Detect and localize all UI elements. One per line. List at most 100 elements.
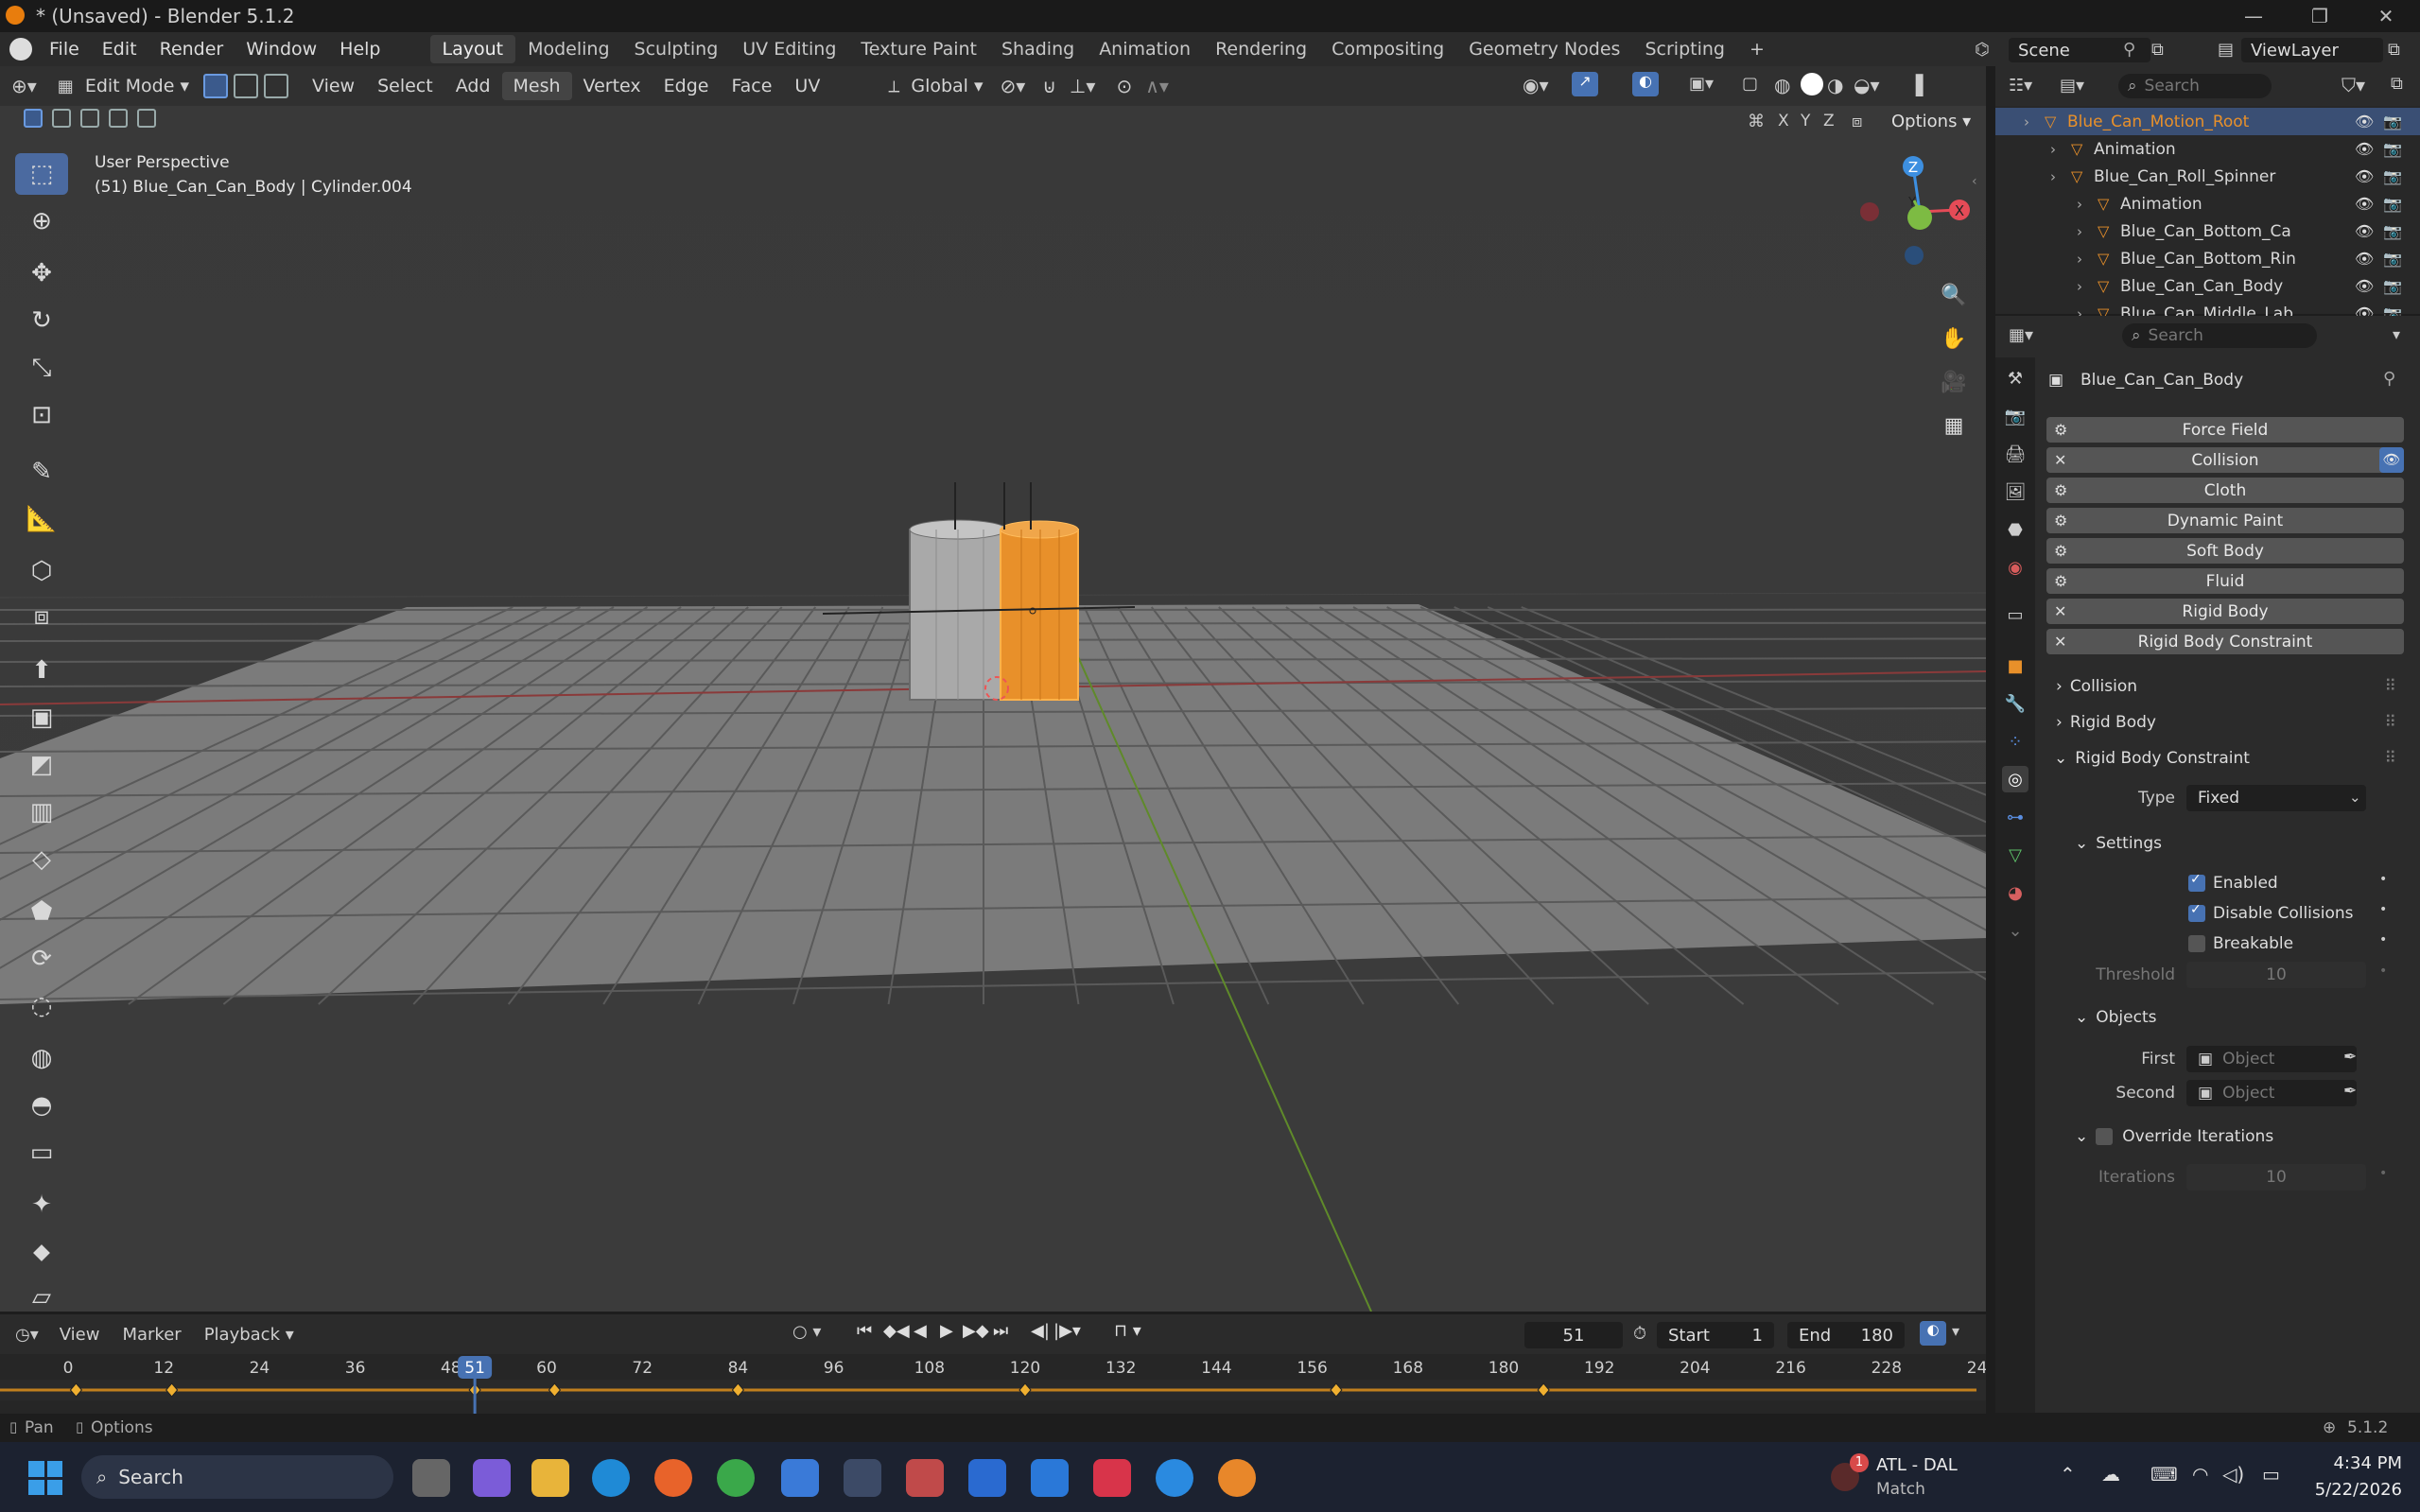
menu-select[interactable]: Select [366, 72, 444, 100]
tab-layout[interactable]: Layout [429, 35, 516, 63]
objects-subpanel-header[interactable]: ⌄ Objects [2046, 1002, 2404, 1033]
jump-end-icon[interactable]: ⏭ [993, 1321, 1008, 1341]
particles-tab-icon[interactable]: ⁘ [2002, 728, 2028, 755]
menu-file[interactable]: File [38, 39, 91, 60]
xray-icon[interactable]: ▢ [1742, 74, 1758, 94]
physics-button[interactable]: ⚙ Soft Body [2046, 538, 2404, 564]
battery-icon[interactable]: ▭ [2262, 1463, 2280, 1486]
clock-time[interactable]: 4:34 PM [2311, 1453, 2402, 1473]
outliner-row[interactable]: › ▽ Blue_Can_Bottom_Ca 👁 📷 [1995, 217, 2420, 245]
mesh-overlay-icon[interactable]: ▣▾ [1689, 74, 1714, 94]
vertex-select-icon[interactable] [203, 74, 228, 98]
pivot-icon[interactable]: ⊘▾ [1001, 75, 1026, 97]
select-intersect-icon[interactable] [137, 109, 156, 128]
editor-type-icon[interactable]: ⊕▾ [11, 75, 37, 97]
keying-icon[interactable]: ⊓ ▾ [1114, 1321, 1141, 1341]
clock-icon[interactable]: ⏱ [1633, 1324, 1646, 1344]
second-object-field[interactable]: ▣ Object [2186, 1080, 2357, 1106]
move-tool[interactable]: ✥ [15, 252, 68, 294]
add-cube-box-tool[interactable]: ⧈ [15, 596, 68, 637]
task-view-icon[interactable] [412, 1459, 450, 1497]
clock-date[interactable]: 5/22/2026 [2302, 1480, 2402, 1500]
next-keyframe-icon[interactable]: ▶◆ [963, 1321, 989, 1341]
menu-edit[interactable]: Edit [91, 39, 148, 60]
timeline-ruler[interactable]: 0 12 24 36 48 60 72 84 96 108 120 132 144 156 168 180 19… [0, 1354, 1986, 1414]
visibility-eye-icon[interactable]: 👁 [2355, 250, 2374, 268]
physics-type-icon[interactable]: ⚙ [2054, 542, 2067, 560]
visibility-icon[interactable]: ◉▾ [1523, 74, 1549, 96]
props-options-icon[interactable]: ▾ [2393, 325, 2400, 343]
visibility-eye-icon[interactable]: 👁 [2355, 167, 2374, 185]
render-tab-icon[interactable]: 📷 [2002, 403, 2028, 429]
render-camera-icon[interactable]: 📷 [2383, 195, 2402, 213]
onedrive-icon[interactable]: ☁ [2101, 1463, 2120, 1486]
outliner-row[interactable]: › ▽ Animation 👁 📷 [1995, 135, 2420, 163]
blender-taskbar-icon[interactable] [1218, 1459, 1256, 1497]
menu-face[interactable]: Face [720, 72, 783, 100]
collision-panel-header[interactable]: › Collision ⠿ [2046, 671, 2404, 702]
perspective-toggle-icon[interactable]: ▦ [1937, 408, 1971, 443]
next-marker-icon[interactable]: |▶▾ [1053, 1321, 1081, 1341]
select-box-tool[interactable]: ⬚ [15, 153, 68, 195]
first-eyedropper-icon[interactable]: ✒ [2343, 1048, 2357, 1067]
options-dropdown[interactable]: Options ▾ [1891, 112, 1971, 131]
scene-tab-icon[interactable]: ⬣ [2002, 516, 2028, 543]
edge-select-icon[interactable] [234, 74, 258, 98]
collision-visibility-eye-icon[interactable]: 👁 [2379, 447, 2404, 473]
menu-edge[interactable]: Edge [653, 72, 721, 100]
shear-tool[interactable]: ▭ [15, 1132, 68, 1173]
new-scene-icon[interactable]: ⧉ [2151, 40, 2164, 60]
expand-chevron-icon[interactable]: › [2050, 168, 2056, 185]
render-camera-icon[interactable]: 📷 [2383, 113, 2402, 130]
outliner-row[interactable]: › ▽ Blue_Can_Roll_Spinner 👁 📷 [1995, 163, 2420, 190]
taskbar-search-input[interactable]: ⌕ Search [81, 1455, 393, 1499]
prev-marker-icon[interactable]: ◀| [1031, 1321, 1050, 1341]
tab-modeling[interactable]: Modeling [515, 35, 621, 63]
select-extend-icon[interactable] [52, 109, 71, 128]
tab-rendering[interactable]: Rendering [1203, 35, 1319, 63]
properties-search-input[interactable]: ⌕ Search [2122, 323, 2317, 348]
overlay-toggle-icon[interactable]: ◐ [1632, 72, 1659, 96]
measure-tool[interactable]: 📐 [15, 498, 68, 540]
timeline-editor-icon[interactable]: ◷▾ [15, 1325, 39, 1345]
current-frame-field[interactable]: 51 [1524, 1322, 1623, 1348]
modifier-tab-icon[interactable]: 🔧 [2002, 690, 2028, 717]
menu-mesh[interactable]: Mesh [501, 72, 572, 100]
copilot-icon[interactable] [473, 1459, 511, 1497]
wifi-icon[interactable]: ◠ [2192, 1463, 2208, 1486]
constraints-tab-icon[interactable]: ⊶ [2002, 804, 2028, 830]
inset-tool[interactable]: ▣ [15, 697, 68, 739]
collapse-sidebar-icon[interactable]: ‹ [1972, 174, 1977, 189]
physics-type-icon[interactable]: ⚙ [2054, 481, 2067, 499]
minimize-button[interactable]: — [2220, 0, 2287, 32]
sidebar-toggle-icon[interactable]: ▌ [1916, 74, 1930, 96]
keyboard-icon[interactable]: ⌨ [2150, 1463, 2178, 1486]
scene-icon[interactable]: ⌬ [1975, 40, 1990, 60]
physics-button[interactable]: ⚙ Fluid [2046, 568, 2404, 594]
outliner-row[interactable]: › ▽ Blue_Can_Bottom_Rin 👁 📷 [1995, 245, 2420, 272]
3d-viewport[interactable]: Z X Y User Perspective (51) Blue_Can_Can… [0, 106, 1986, 1312]
calculator-icon[interactable] [844, 1459, 881, 1497]
blender-menu-icon[interactable] [9, 38, 32, 61]
physics-button[interactable]: ⚙ Cloth [2046, 478, 2404, 503]
render-camera-icon[interactable]: 📷 [2383, 277, 2402, 295]
material-shading-icon[interactable]: ◑ [1827, 74, 1843, 96]
override-iterations-header[interactable]: ⌄ Override Iterations [2046, 1121, 2404, 1152]
menu-help[interactable]: Help [328, 39, 392, 60]
enabled-keyframe-dot[interactable]: • [2379, 872, 2387, 887]
rigid-body-constraint-panel-header[interactable]: ⌄ Rigid Body Constraint ⠿ [2046, 743, 2404, 773]
physics-tab-icon[interactable]: ◎ [2002, 766, 2028, 792]
viewlayer-icon[interactable]: ▤ [2218, 40, 2234, 60]
physics-button[interactable]: ⚙ Force Field [2046, 417, 2404, 443]
axis-toggle-icon[interactable]: ⌘ [1748, 112, 1765, 131]
poly-build-tool[interactable]: ⬟ [15, 891, 68, 932]
auto-key-icon[interactable]: ○ ▾ [792, 1322, 821, 1342]
outliner-search-input[interactable]: ⌕ Search [2118, 74, 2272, 98]
cursor-tool[interactable]: ⊕ [15, 200, 68, 242]
close-button[interactable]: ✕ [2353, 0, 2419, 32]
face-select-icon[interactable] [264, 74, 288, 98]
shrink-fatten-tool[interactable]: ◓ [15, 1085, 68, 1126]
menu-uv[interactable]: UV [783, 72, 831, 100]
timeline-menu-view[interactable]: View [48, 1325, 112, 1345]
outlook-icon[interactable] [968, 1459, 1006, 1497]
